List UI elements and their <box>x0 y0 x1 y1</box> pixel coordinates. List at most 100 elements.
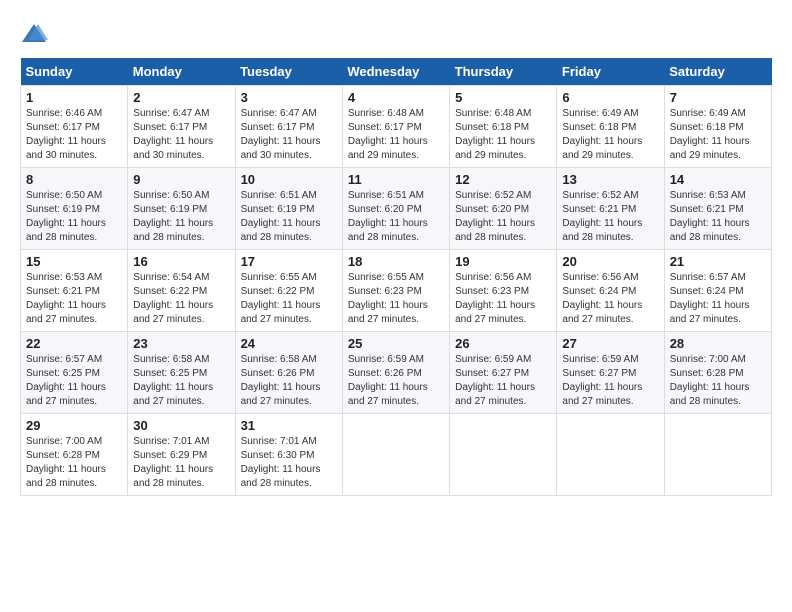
day-info: Sunrise: 6:59 AM Sunset: 6:27 PM Dayligh… <box>562 354 642 407</box>
day-info: Sunrise: 6:48 AM Sunset: 6:17 PM Dayligh… <box>348 108 428 161</box>
day-number: 8 <box>26 172 122 187</box>
day-info: Sunrise: 6:56 AM Sunset: 6:23 PM Dayligh… <box>455 272 535 325</box>
day-number: 3 <box>241 90 337 105</box>
day-number: 7 <box>670 90 766 105</box>
day-info: Sunrise: 6:59 AM Sunset: 6:27 PM Dayligh… <box>455 354 535 407</box>
day-header-wednesday: Wednesday <box>342 58 449 86</box>
day-cell-18: 18 Sunrise: 6:55 AM Sunset: 6:23 PM Dayl… <box>342 250 449 332</box>
day-info: Sunrise: 6:55 AM Sunset: 6:22 PM Dayligh… <box>241 272 321 325</box>
day-cell-25: 25 Sunrise: 6:59 AM Sunset: 6:26 PM Dayl… <box>342 332 449 414</box>
day-info: Sunrise: 6:49 AM Sunset: 6:18 PM Dayligh… <box>670 108 750 161</box>
day-info: Sunrise: 6:54 AM Sunset: 6:22 PM Dayligh… <box>133 272 213 325</box>
day-cell-1: 1 Sunrise: 6:46 AM Sunset: 6:17 PM Dayli… <box>21 86 128 168</box>
day-header-friday: Friday <box>557 58 664 86</box>
day-number: 19 <box>455 254 551 269</box>
day-info: Sunrise: 6:52 AM Sunset: 6:21 PM Dayligh… <box>562 190 642 243</box>
day-info: Sunrise: 6:57 AM Sunset: 6:24 PM Dayligh… <box>670 272 750 325</box>
day-info: Sunrise: 6:58 AM Sunset: 6:25 PM Dayligh… <box>133 354 213 407</box>
day-info: Sunrise: 6:59 AM Sunset: 6:26 PM Dayligh… <box>348 354 428 407</box>
day-number: 2 <box>133 90 229 105</box>
calendar-table: SundayMondayTuesdayWednesdayThursdayFrid… <box>20 58 772 496</box>
logo <box>20 20 53 48</box>
day-cell-17: 17 Sunrise: 6:55 AM Sunset: 6:22 PM Dayl… <box>235 250 342 332</box>
day-number: 14 <box>670 172 766 187</box>
day-header-sunday: Sunday <box>21 58 128 86</box>
day-number: 16 <box>133 254 229 269</box>
day-number: 9 <box>133 172 229 187</box>
day-number: 20 <box>562 254 658 269</box>
day-number: 15 <box>26 254 122 269</box>
day-info: Sunrise: 6:47 AM Sunset: 6:17 PM Dayligh… <box>133 108 213 161</box>
page-header <box>20 20 772 48</box>
day-cell-19: 19 Sunrise: 6:56 AM Sunset: 6:23 PM Dayl… <box>450 250 557 332</box>
day-cell-24: 24 Sunrise: 6:58 AM Sunset: 6:26 PM Dayl… <box>235 332 342 414</box>
day-number: 5 <box>455 90 551 105</box>
calendar-header-row: SundayMondayTuesdayWednesdayThursdayFrid… <box>21 58 772 86</box>
calendar-week-3: 15 Sunrise: 6:53 AM Sunset: 6:21 PM Dayl… <box>21 250 772 332</box>
day-info: Sunrise: 7:00 AM Sunset: 6:28 PM Dayligh… <box>26 436 106 489</box>
day-number: 31 <box>241 418 337 433</box>
day-cell-9: 9 Sunrise: 6:50 AM Sunset: 6:19 PM Dayli… <box>128 168 235 250</box>
empty-cell <box>557 414 664 496</box>
day-number: 26 <box>455 336 551 351</box>
day-number: 17 <box>241 254 337 269</box>
day-info: Sunrise: 6:48 AM Sunset: 6:18 PM Dayligh… <box>455 108 535 161</box>
empty-cell <box>450 414 557 496</box>
day-header-thursday: Thursday <box>450 58 557 86</box>
day-info: Sunrise: 6:56 AM Sunset: 6:24 PM Dayligh… <box>562 272 642 325</box>
day-info: Sunrise: 6:50 AM Sunset: 6:19 PM Dayligh… <box>133 190 213 243</box>
day-number: 4 <box>348 90 444 105</box>
calendar-week-1: 1 Sunrise: 6:46 AM Sunset: 6:17 PM Dayli… <box>21 86 772 168</box>
day-info: Sunrise: 6:49 AM Sunset: 6:18 PM Dayligh… <box>562 108 642 161</box>
day-number: 12 <box>455 172 551 187</box>
day-cell-20: 20 Sunrise: 6:56 AM Sunset: 6:24 PM Dayl… <box>557 250 664 332</box>
day-cell-13: 13 Sunrise: 6:52 AM Sunset: 6:21 PM Dayl… <box>557 168 664 250</box>
calendar-week-4: 22 Sunrise: 6:57 AM Sunset: 6:25 PM Dayl… <box>21 332 772 414</box>
day-number: 27 <box>562 336 658 351</box>
day-number: 29 <box>26 418 122 433</box>
day-cell-8: 8 Sunrise: 6:50 AM Sunset: 6:19 PM Dayli… <box>21 168 128 250</box>
day-cell-22: 22 Sunrise: 6:57 AM Sunset: 6:25 PM Dayl… <box>21 332 128 414</box>
day-header-tuesday: Tuesday <box>235 58 342 86</box>
day-cell-29: 29 Sunrise: 7:00 AM Sunset: 6:28 PM Dayl… <box>21 414 128 496</box>
day-cell-26: 26 Sunrise: 6:59 AM Sunset: 6:27 PM Dayl… <box>450 332 557 414</box>
day-cell-23: 23 Sunrise: 6:58 AM Sunset: 6:25 PM Dayl… <box>128 332 235 414</box>
day-cell-10: 10 Sunrise: 6:51 AM Sunset: 6:19 PM Dayl… <box>235 168 342 250</box>
day-cell-15: 15 Sunrise: 6:53 AM Sunset: 6:21 PM Dayl… <box>21 250 128 332</box>
day-header-saturday: Saturday <box>664 58 771 86</box>
day-info: Sunrise: 6:52 AM Sunset: 6:20 PM Dayligh… <box>455 190 535 243</box>
day-cell-4: 4 Sunrise: 6:48 AM Sunset: 6:17 PM Dayli… <box>342 86 449 168</box>
day-number: 24 <box>241 336 337 351</box>
day-number: 30 <box>133 418 229 433</box>
calendar-week-5: 29 Sunrise: 7:00 AM Sunset: 6:28 PM Dayl… <box>21 414 772 496</box>
day-info: Sunrise: 6:58 AM Sunset: 6:26 PM Dayligh… <box>241 354 321 407</box>
day-info: Sunrise: 6:51 AM Sunset: 6:19 PM Dayligh… <box>241 190 321 243</box>
day-info: Sunrise: 6:47 AM Sunset: 6:17 PM Dayligh… <box>241 108 321 161</box>
day-cell-3: 3 Sunrise: 6:47 AM Sunset: 6:17 PM Dayli… <box>235 86 342 168</box>
day-info: Sunrise: 6:51 AM Sunset: 6:20 PM Dayligh… <box>348 190 428 243</box>
day-info: Sunrise: 6:57 AM Sunset: 6:25 PM Dayligh… <box>26 354 106 407</box>
day-cell-7: 7 Sunrise: 6:49 AM Sunset: 6:18 PM Dayli… <box>664 86 771 168</box>
day-number: 6 <box>562 90 658 105</box>
day-cell-21: 21 Sunrise: 6:57 AM Sunset: 6:24 PM Dayl… <box>664 250 771 332</box>
day-cell-31: 31 Sunrise: 7:01 AM Sunset: 6:30 PM Dayl… <box>235 414 342 496</box>
day-cell-16: 16 Sunrise: 6:54 AM Sunset: 6:22 PM Dayl… <box>128 250 235 332</box>
day-info: Sunrise: 6:53 AM Sunset: 6:21 PM Dayligh… <box>26 272 106 325</box>
day-number: 28 <box>670 336 766 351</box>
day-number: 10 <box>241 172 337 187</box>
day-info: Sunrise: 7:01 AM Sunset: 6:30 PM Dayligh… <box>241 436 321 489</box>
day-cell-6: 6 Sunrise: 6:49 AM Sunset: 6:18 PM Dayli… <box>557 86 664 168</box>
day-cell-2: 2 Sunrise: 6:47 AM Sunset: 6:17 PM Dayli… <box>128 86 235 168</box>
day-header-monday: Monday <box>128 58 235 86</box>
day-number: 21 <box>670 254 766 269</box>
day-number: 11 <box>348 172 444 187</box>
day-info: Sunrise: 6:46 AM Sunset: 6:17 PM Dayligh… <box>26 108 106 161</box>
empty-cell <box>342 414 449 496</box>
day-cell-14: 14 Sunrise: 6:53 AM Sunset: 6:21 PM Dayl… <box>664 168 771 250</box>
logo-icon <box>20 20 48 48</box>
day-number: 13 <box>562 172 658 187</box>
day-cell-11: 11 Sunrise: 6:51 AM Sunset: 6:20 PM Dayl… <box>342 168 449 250</box>
day-info: Sunrise: 7:01 AM Sunset: 6:29 PM Dayligh… <box>133 436 213 489</box>
day-cell-12: 12 Sunrise: 6:52 AM Sunset: 6:20 PM Dayl… <box>450 168 557 250</box>
day-number: 1 <box>26 90 122 105</box>
